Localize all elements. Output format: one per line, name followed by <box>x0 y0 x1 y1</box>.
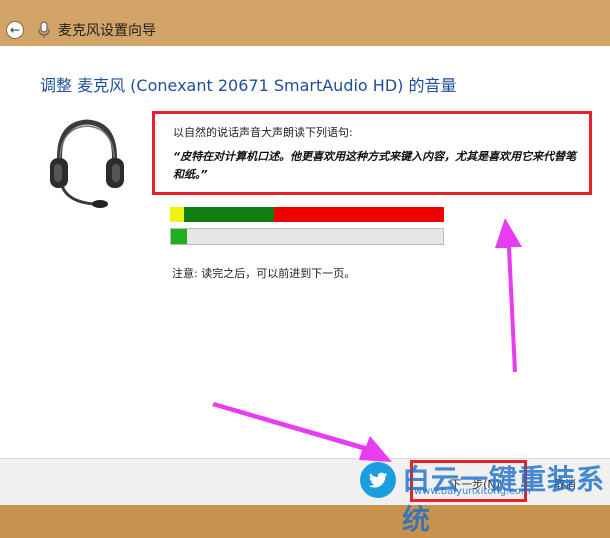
volume-level-meter <box>170 207 444 222</box>
input-level-fill <box>171 229 188 244</box>
input-level-meter <box>170 228 444 245</box>
level-zone-high <box>274 207 444 222</box>
window-title: 麦克风设置向导 <box>58 23 156 39</box>
sentence-to-read: “皮特在对计算机口述。他更喜欢用这种方式来键入内容，尤其是喜欢用它来代替笔和纸。… <box>173 150 577 181</box>
back-button[interactable]: ← <box>6 21 24 39</box>
wizard-content: 调整 麦克风 (Conexant 20671 SmartAudio HD) 的音… <box>0 46 610 458</box>
watermark-url: www.baiyunxitong.com <box>414 486 531 497</box>
twitter-bird-icon <box>368 472 388 488</box>
title-bar: ← 麦克风设置向导 <box>0 0 610 46</box>
watermark-brand: 白云一键重装系统 <box>402 463 606 536</box>
page-heading: 调整 麦克风 (Conexant 20671 SmartAudio HD) 的音… <box>40 76 457 95</box>
microphone-icon <box>38 21 50 38</box>
instruction-text: 以自然的说话声音大声朗读下列语句: <box>173 126 353 139</box>
headset-icon <box>50 119 124 208</box>
back-arrow-icon: ← <box>9 23 21 37</box>
level-zone-low <box>170 207 184 222</box>
level-zone-good <box>183 207 275 222</box>
watermark-bird-icon <box>360 462 396 498</box>
reading-text-highlight: 以自然的说话声音大声朗读下列语句: “皮特在对计算机口述。他更喜欢用这种方式来键… <box>152 111 592 195</box>
note-text: 注意: 读完之后，可以前进到下一页。 <box>172 267 356 280</box>
